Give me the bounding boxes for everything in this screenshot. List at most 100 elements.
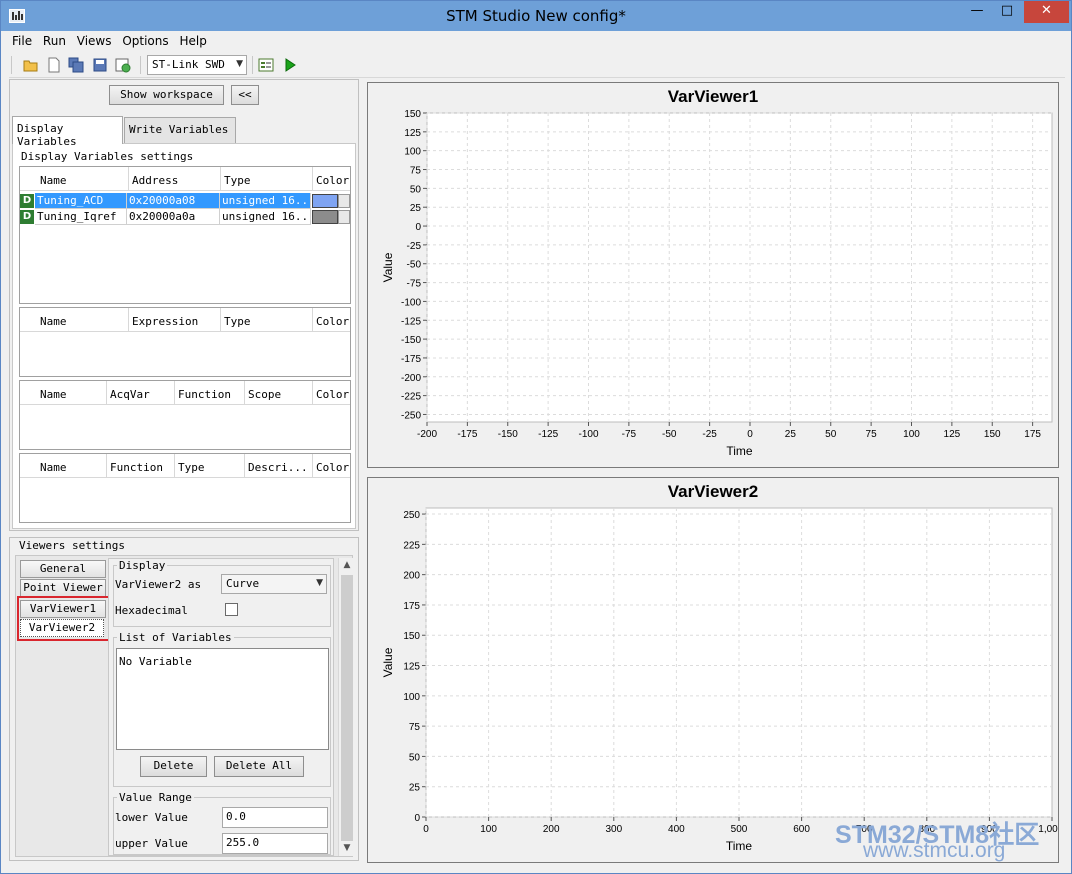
display-variables-content: Display Variables settings Name Address … [12,143,356,529]
menu-run[interactable]: Run [40,32,69,48]
color-picker-button[interactable] [338,210,350,224]
chart2-svg[interactable]: 0 25 50 75 100 125 150 175 200 225 250 0 100 200 300 40… [368,478,1058,862]
scroll-down-icon[interactable]: ▼ [339,843,355,853]
toolbar-grip [11,56,12,74]
open-folder-icon[interactable] [23,57,39,73]
viewer-type-value: Curve [226,577,260,590]
viewer-tab-general[interactable]: General [20,560,106,578]
col-name[interactable]: Name [32,454,106,478]
col-type[interactable]: Type [174,454,244,478]
y-tick-label: 100 [403,692,420,703]
y-tick-label: 75 [410,166,422,177]
var-address: 0x20000a0a [127,209,220,225]
export-icon[interactable] [115,57,131,73]
plot-area[interactable] [426,112,1053,423]
col-type[interactable]: Type [220,167,312,191]
scroll-up-icon[interactable]: ▲ [339,560,355,570]
col-function[interactable]: Function [174,381,244,405]
col-name[interactable]: Name [32,381,106,405]
y-tick-label: -75 [407,279,422,290]
x-tick-label: 400 [668,824,685,835]
y-tick-label: 75 [409,722,421,733]
run-icon[interactable] [282,57,298,73]
maximize-button[interactable]: □ [992,1,1022,23]
delete-all-button[interactable]: Delete All [214,756,304,777]
x-tick-label: 25 [785,429,797,440]
x-tick-label: 50 [825,429,837,440]
y-tick-label: -200 [401,373,421,384]
y-tick-label: 200 [403,571,420,582]
y-tick-label: -225 [401,392,421,403]
plot-area[interactable] [425,507,1053,818]
close-button[interactable]: ✕ [1024,1,1069,23]
upper-value-input[interactable]: 255.0 [222,833,328,854]
col-expression[interactable]: Expression [128,308,220,332]
x-axis-label: Time [726,444,753,458]
hexadecimal-checkbox[interactable] [225,603,238,616]
col-color[interactable]: Color [312,167,350,191]
col-function[interactable]: Function [106,454,174,478]
acquisition-table-header: Name AcqVar Function Scope Color [20,381,350,405]
y-tick-label: 125 [403,662,420,673]
var-type: unsigned 16... [220,209,311,225]
collapse-button[interactable]: << [231,85,259,105]
scroll-thumb[interactable] [341,575,353,841]
probe-select-value: ST-Link SWD [152,58,225,71]
watermark-line2: www.stmcu.org [863,839,1006,862]
lower-value-label: lower Value [115,811,188,824]
col-color[interactable]: Color [312,381,350,405]
app-window: STM Studio New config* — □ ✕ File Run Vi… [0,0,1072,874]
y-tick-label: 150 [404,109,421,120]
save-icon[interactable] [92,57,108,73]
viewer-tab-point-viewer[interactable]: Point Viewer [20,579,106,597]
color-picker-button[interactable] [338,194,350,208]
acquisition-table: Name AcqVar Function Scope Color [19,380,351,450]
probe-select[interactable]: ST-Link SWD ▼ [147,55,247,75]
col-address[interactable]: Address [128,167,220,191]
viewers-settings-content: General Point Viewer VarViewer1 VarViewe… [15,555,354,857]
table-row[interactable]: D Tuning_Iqref 0x20000a0a unsigned 16... [20,209,350,225]
minimize-button[interactable]: — [962,1,992,23]
functions-table: Name Function Type Descri... Color [19,453,351,523]
color-swatch[interactable] [312,210,338,224]
show-workspace-button[interactable]: Show workspace [109,85,224,105]
variables-listbox[interactable]: No Variable [116,648,329,750]
viewer-type-select[interactable]: Curve ▼ [221,574,327,594]
color-swatch[interactable] [312,194,338,208]
y-tick-label: -250 [401,410,421,421]
y-axis-label: Value [381,252,395,282]
variables-table-header: Name Address Type Color [20,167,350,191]
x-axis-label: Time [726,839,753,853]
config-icon[interactable] [258,57,274,73]
lower-value-input[interactable]: 0.0 [222,807,328,828]
save-all-icon[interactable] [68,57,84,73]
var-name: Tuning_Iqref [35,209,127,225]
toolbar-separator [140,56,141,74]
col-acqvar[interactable]: AcqVar [106,381,174,405]
toolbar: ST-Link SWD ▼ [9,53,1065,78]
menu-options[interactable]: Options [119,32,171,48]
col-color[interactable]: Color [312,454,350,478]
x-tick-label: 0 [747,429,753,440]
tab-write-variables[interactable]: Write Variables [124,117,236,143]
delete-button[interactable]: Delete [140,756,207,777]
menu-file[interactable]: File [9,32,35,48]
menu-help[interactable]: Help [176,32,209,48]
settings-scrollbar[interactable]: ▲ ▼ [338,558,354,856]
col-name[interactable]: Name [32,167,128,191]
y-tick-label: 0 [415,222,421,233]
tab-display-variables[interactable]: Display Variables [12,116,123,148]
col-color[interactable]: Color [312,308,350,332]
display-var-badge: D [20,210,34,224]
menu-views[interactable]: Views [74,32,115,48]
table-row[interactable]: D Tuning_ACD 0x20000a08 unsigned 16... [20,193,350,209]
chart1-svg[interactable]: 150 125 100 75 50 25 0 -25 -50 -75 -100 -125 -150 -17… [368,83,1058,467]
col-scope[interactable]: Scope [244,381,312,405]
col-name[interactable]: Name [32,308,128,332]
var-name: Tuning_ACD [35,193,127,209]
y-tick-label: 125 [404,128,421,139]
col-type[interactable]: Type [220,308,312,332]
var-type: unsigned 16... [220,193,311,209]
col-description[interactable]: Descri... [244,454,312,478]
new-file-icon[interactable] [46,57,62,73]
